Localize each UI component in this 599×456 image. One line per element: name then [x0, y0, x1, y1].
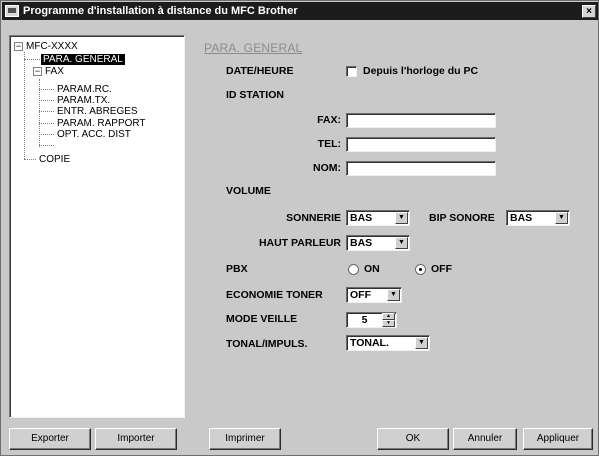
bip-sonore-value: BAS [510, 212, 533, 224]
sonnerie-label: SONNERIE [286, 212, 341, 224]
window-title: Programme d'installation à distance du M… [23, 5, 298, 17]
mode-veille-value: 5 [361, 314, 368, 326]
section-title: PARA. GENERAL [204, 41, 303, 55]
cancel-button[interactable]: Annuler [453, 428, 517, 450]
chevron-down-icon[interactable]: ▼ [555, 212, 568, 224]
spin-down-icon[interactable]: ▼ [382, 320, 395, 327]
tree-item-param-rapport[interactable]: PARAM. RAPPORT [57, 118, 146, 129]
id-station-label: ID STATION [226, 89, 284, 101]
import-button[interactable]: Importer [95, 428, 177, 450]
pbx-off-radio[interactable] [415, 264, 426, 275]
tree-item-param-rc[interactable]: PARAM.RC. [57, 84, 112, 95]
tree-root-label: MFC-XXXX [26, 41, 78, 52]
tree-item-fax[interactable]: − FAX [33, 66, 64, 77]
chevron-down-icon[interactable]: ▼ [387, 289, 400, 301]
dialog-window: Programme d'installation à distance du M… [0, 0, 599, 456]
pbx-on-radio[interactable] [348, 264, 359, 275]
tel-field[interactable] [346, 137, 496, 152]
pbx-off-label: OFF [431, 263, 452, 275]
tree-item-para-general[interactable]: PARA. GENERAL [41, 54, 125, 65]
tree-item-label: PARAM. RAPPORT [57, 118, 146, 129]
settings-tree[interactable]: − MFC-XXXX PARA. GENERAL − FAX PARAM.RC. P… [9, 35, 185, 418]
tree-item-label: PARAM.RC. [57, 84, 112, 95]
mode-veille-stepper[interactable]: ▲ ▼ [382, 313, 395, 327]
date-heure-label: DATE/HEURE [226, 65, 294, 77]
fax-field[interactable] [346, 113, 496, 128]
sonnerie-select[interactable]: BAS ▼ [346, 210, 410, 226]
tree-root-mfc[interactable]: − MFC-XXXX [14, 41, 78, 52]
pc-clock-checkbox[interactable] [346, 66, 357, 77]
tree-item-label: PARAM.TX. [57, 95, 111, 106]
chevron-down-icon[interactable]: ▼ [415, 337, 428, 349]
app-icon [5, 5, 19, 17]
pbx-on-label: ON [364, 263, 380, 275]
tree-item-opt-acc-dist[interactable]: OPT. ACC. DIST [57, 129, 131, 140]
close-button[interactable]: × [582, 4, 596, 18]
chevron-down-icon[interactable]: ▼ [395, 212, 408, 224]
nom-label: NOM: [313, 162, 341, 174]
economie-toner-label: ECONOMIE TONER [226, 289, 323, 301]
spin-up-icon[interactable]: ▲ [382, 313, 395, 320]
economie-toner-select[interactable]: OFF ▼ [346, 287, 402, 303]
tree-item-label: PARA. GENERAL [41, 54, 125, 65]
chevron-down-icon[interactable]: ▼ [395, 237, 408, 249]
bip-sonore-select[interactable]: BAS ▼ [506, 210, 570, 226]
sonnerie-value: BAS [350, 212, 373, 224]
tree-item-label: FAX [45, 66, 64, 77]
pc-clock-label: Depuis l'horloge du PC [363, 65, 479, 77]
tel-label: TEL: [317, 138, 341, 150]
apply-button[interactable]: Appliquer [523, 428, 593, 450]
nom-field[interactable] [346, 161, 496, 176]
volume-label: VOLUME [226, 185, 271, 197]
tree-item-copie[interactable]: COPIE [39, 154, 70, 165]
haut-parleur-label: HAUT PARLEUR [258, 237, 341, 249]
export-button[interactable]: Exporter [9, 428, 91, 450]
tonal-impuls-label: TONAL/IMPULS. [226, 338, 308, 350]
title-bar: Programme d'installation à distance du M… [2, 2, 598, 20]
collapse-icon[interactable]: − [33, 67, 42, 76]
haut-parleur-select[interactable]: BAS ▼ [346, 235, 410, 251]
bip-sonore-label: BIP SONORE [429, 212, 495, 224]
ok-button[interactable]: OK [377, 428, 449, 450]
collapse-icon[interactable]: − [14, 42, 23, 51]
tree-item-label: COPIE [39, 154, 71, 165]
tonal-impuls-value: TONAL. [350, 337, 389, 349]
tree-item-entr-abreges[interactable]: ENTR. ABREGES [57, 106, 138, 117]
tree-item-label: OPT. ACC. DIST [57, 129, 131, 140]
tree-item-param-tx[interactable]: PARAM.TX. [57, 95, 110, 106]
haut-parleur-value: BAS [350, 237, 373, 249]
fax-label: FAX: [317, 114, 341, 126]
economie-toner-value: OFF [350, 289, 371, 301]
print-button[interactable]: Imprimer [209, 428, 281, 450]
pbx-label: PBX [226, 263, 248, 275]
mode-veille-label: MODE VEILLE [226, 313, 298, 325]
tonal-impuls-select[interactable]: TONAL. ▼ [346, 335, 430, 351]
tree-item-label: ENTR. ABREGES [57, 106, 138, 117]
